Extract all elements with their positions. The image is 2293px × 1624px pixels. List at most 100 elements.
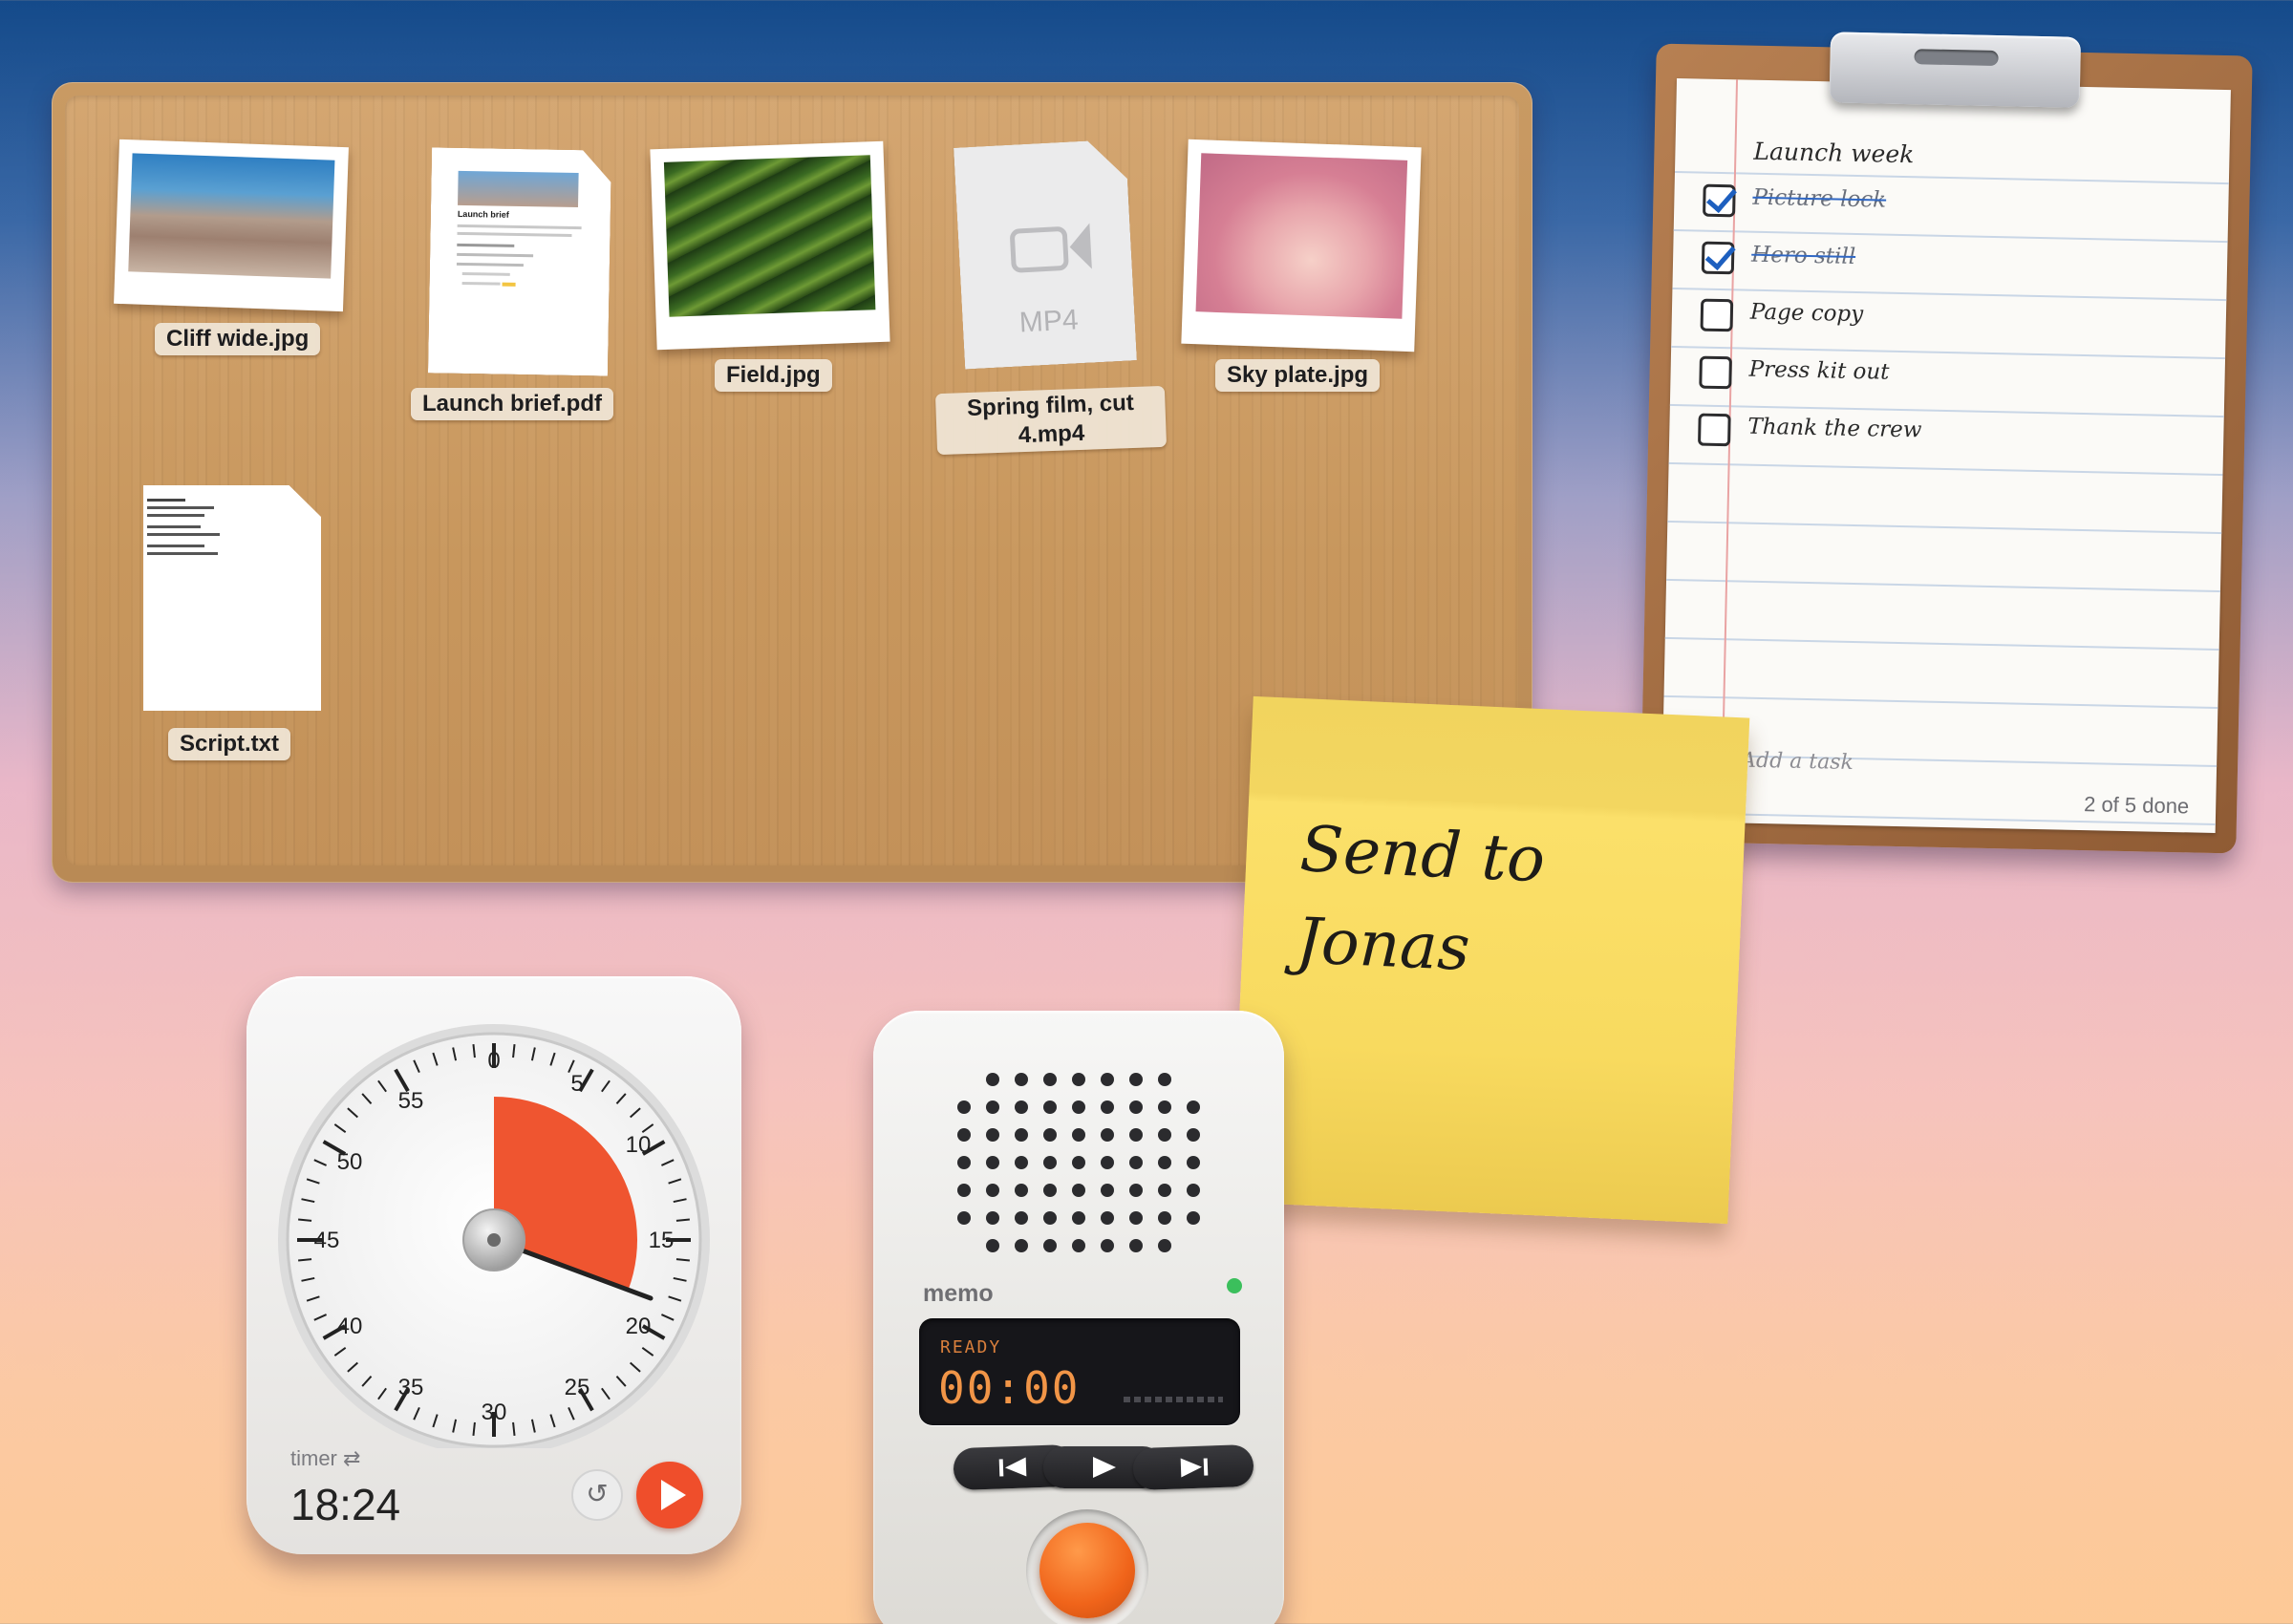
timer-play-button[interactable] (636, 1462, 703, 1528)
grille-hole (1072, 1128, 1085, 1142)
todo-item[interactable]: Press kit out (1699, 351, 2197, 409)
todo-item-label: Thank the crew (1747, 414, 1922, 443)
grille-hole (1101, 1211, 1114, 1225)
todo-list-title: Launch week (1753, 137, 1915, 169)
timer-time-readout: 18:24 (290, 1480, 401, 1529)
grille-hole (957, 1100, 971, 1114)
grille-hole (1187, 1156, 1200, 1169)
progress-text: 2 of 5 done (2083, 792, 2190, 819)
photo-sky-icon (1181, 139, 1422, 353)
add-task-input[interactable]: Add a task (1741, 749, 1854, 775)
checkbox-unchecked[interactable] (1700, 298, 1734, 332)
todo-item-label: Picture lock (1752, 184, 1887, 213)
reset-button[interactable]: ↺ (571, 1469, 623, 1521)
timer-widget: 0 5 10 15 20 25 30 35 40 45 50 55 timer … (246, 976, 741, 1554)
grille-hole (1101, 1128, 1114, 1142)
photo-field-icon (650, 140, 890, 351)
file-script[interactable]: Script.txt (143, 485, 334, 772)
grille-hole (1101, 1184, 1114, 1197)
memo-recorder-widget: memo READY 00:00 (873, 1011, 1284, 1624)
grille-hole (1043, 1073, 1057, 1086)
record-button[interactable] (1039, 1523, 1135, 1618)
timer-mode-label[interactable]: timer ⇄ (290, 1446, 360, 1471)
todo-item[interactable]: Picture lock (1703, 179, 2200, 237)
file-label: Script.txt (168, 728, 291, 760)
grille-hole (1015, 1100, 1028, 1114)
next-icon (1180, 1458, 1209, 1478)
memo-brand-label: memo (923, 1280, 994, 1307)
grille-hole (1158, 1184, 1171, 1197)
grille-hole (1187, 1100, 1200, 1114)
swap-arrows-icon: ⇄ (343, 1446, 361, 1470)
grille-hole (957, 1128, 971, 1142)
timer-dial[interactable]: 0 5 10 15 20 25 30 35 40 45 50 55 (260, 999, 728, 1448)
grille-hole (986, 1156, 999, 1169)
grille-hole (1072, 1156, 1085, 1169)
grille-hole (1158, 1211, 1171, 1225)
next-button[interactable] (1132, 1443, 1254, 1491)
file-sky-plate[interactable]: Sky plate.jpg (1181, 139, 1433, 401)
grille-hole (1129, 1156, 1143, 1169)
grille-hole (1043, 1239, 1057, 1252)
grille-hole (957, 1184, 971, 1197)
memo-status: READY (940, 1337, 1002, 1357)
grille-hole (1158, 1156, 1171, 1169)
file-type-badge: MP4 (1018, 304, 1080, 339)
file-cliff-wide[interactable]: Cliff wide.jpg (114, 139, 355, 355)
grille-hole (1015, 1184, 1028, 1197)
file-spring-film[interactable]: MP4 Spring film, cut 4.mp4 (927, 143, 1175, 456)
checkbox-unchecked[interactable] (1698, 413, 1731, 447)
file-label: Field.jpg (715, 359, 832, 392)
grille-hole (1101, 1156, 1114, 1169)
grille-hole (1101, 1100, 1114, 1114)
status-led (1227, 1278, 1242, 1293)
file-label: Sky plate.jpg (1215, 359, 1381, 392)
grille-hole (1072, 1211, 1085, 1225)
grille-hole (1187, 1128, 1200, 1142)
grille-hole (986, 1211, 999, 1225)
todo-item[interactable]: Page copy (1700, 293, 2197, 352)
grille-hole (986, 1239, 999, 1252)
todo-item[interactable]: Thank the crew (1698, 408, 2196, 466)
checkbox-checked[interactable] (1703, 183, 1736, 218)
dial-number: 45 (314, 1228, 340, 1253)
grille-hole (1129, 1128, 1143, 1142)
grille-hole (957, 1211, 971, 1225)
grille-hole (1072, 1100, 1085, 1114)
file-label: Spring film, cut 4.mp4 (934, 385, 1168, 456)
todo-item-label: Page copy (1749, 299, 1864, 328)
file-field[interactable]: Field.jpg (650, 140, 902, 403)
todo-item[interactable]: Hero still (1701, 236, 2199, 294)
pdf-preview-title: Launch brief (457, 208, 509, 220)
grille-hole (1015, 1239, 1028, 1252)
grille-hole (1072, 1073, 1085, 1086)
checkbox-unchecked[interactable] (1699, 355, 1732, 390)
dial-number: 5 (570, 1071, 583, 1097)
grille-hole (1129, 1184, 1143, 1197)
checkbox-checked[interactable] (1701, 241, 1735, 275)
grille-hole (1043, 1128, 1057, 1142)
todo-item-label: Press kit out (1748, 356, 1890, 385)
file-launch-brief[interactable]: Launch brief Launch brief.pdf (411, 149, 659, 436)
record-button-ring (1026, 1509, 1148, 1624)
grille-hole (1129, 1211, 1143, 1225)
sticky-note-text[interactable]: Send to Jonas (1295, 803, 1704, 1004)
grille-hole (986, 1184, 999, 1197)
grille-hole (1158, 1128, 1171, 1142)
dial-number: 55 (398, 1088, 424, 1114)
level-meter (1124, 1397, 1223, 1402)
grille-hole (1072, 1184, 1085, 1197)
grille-hole (1015, 1156, 1028, 1169)
dial-number: 10 (626, 1132, 652, 1158)
video-camera-icon: MP4 (954, 139, 1137, 369)
file-label: Cliff wide.jpg (155, 323, 321, 355)
reset-icon: ↺ (586, 1479, 609, 1508)
dial-number: 30 (482, 1400, 507, 1425)
grille-hole (1129, 1239, 1143, 1252)
grille-hole (1101, 1073, 1114, 1086)
photo-cliff-icon (114, 139, 349, 312)
grille-hole (1072, 1239, 1085, 1252)
sticky-note[interactable]: Send to Jonas (1231, 695, 1750, 1225)
grille-hole (1187, 1211, 1200, 1225)
grille-hole (1043, 1100, 1057, 1114)
